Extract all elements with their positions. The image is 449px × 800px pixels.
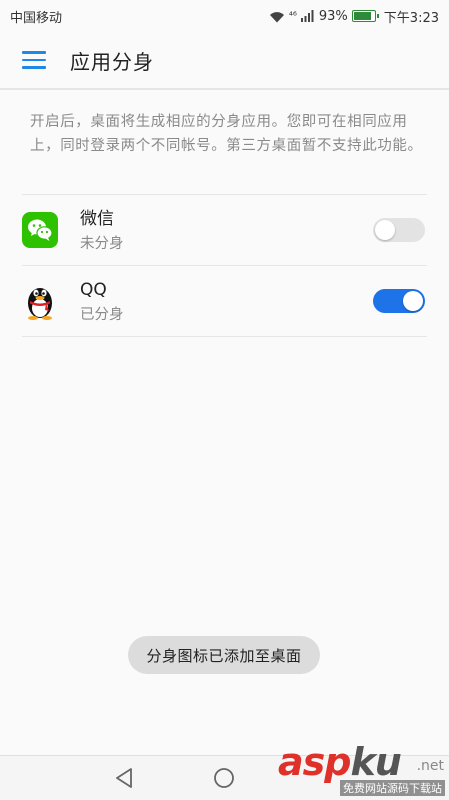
wechat-twin-toggle[interactable] — [373, 218, 425, 242]
back-triangle-icon[interactable] — [114, 767, 134, 789]
hamburger-menu-icon[interactable] — [22, 51, 46, 69]
watermark-domain: .net — [416, 758, 444, 774]
home-circle-icon[interactable] — [213, 767, 235, 789]
wifi-icon — [269, 11, 284, 22]
page-title: 应用分身 — [70, 49, 154, 74]
qq-penguin-icon — [22, 283, 58, 320]
feature-description: 开启后，桌面将生成相应的分身应用。您即可在相同应用上，同时登录两个不同帐号。第三… — [30, 114, 423, 154]
list-item-wechat[interactable]: 微信 未分身 — [0, 195, 449, 265]
app-twin-status: 未分身 — [80, 236, 124, 252]
toggle-knob — [375, 220, 395, 240]
list-item-qq[interactable]: QQ 已分身 — [0, 266, 449, 336]
app-twin-status: 已分身 — [80, 307, 124, 323]
toggle-knob — [403, 291, 423, 311]
battery-level-fill — [353, 12, 372, 20]
site-watermark: aspku .net 免费网站源码下载站 — [278, 740, 446, 798]
app-name: 微信 — [80, 209, 114, 229]
watermark-brand-a: asp — [278, 740, 351, 784]
watermark-tagline: 免费网站源码下载站 — [340, 780, 445, 796]
battery-icon — [351, 10, 379, 22]
network-type-label: ⁴⁶ — [288, 10, 297, 22]
carrier-label: 中国移动 — [10, 10, 63, 26]
battery-percent: 93% — [318, 8, 348, 24]
app-bar: 应用分身 — [0, 32, 449, 88]
app-name: QQ — [80, 280, 107, 300]
app-bar-divider — [0, 88, 449, 90]
status-bar: 中国移动 ⁴⁶ 93% 下午3:23 — [0, 0, 449, 32]
watermark-brand-b: ku — [350, 740, 401, 784]
list-item-text: QQ 已分身 — [80, 278, 124, 326]
watermark-brand: aspku — [278, 740, 402, 784]
signal-icon — [300, 10, 314, 22]
qq-twin-toggle[interactable] — [373, 289, 425, 313]
clock: 下午3:23 — [383, 10, 439, 26]
list-divider — [22, 336, 427, 337]
list-item-text: 微信 未分身 — [80, 207, 124, 255]
app-twin-list: 微信 未分身 QQ 已分身 — [0, 194, 449, 337]
status-icons: ⁴⁶ 93% 下午3:23 — [269, 7, 439, 26]
wechat-icon — [22, 212, 58, 248]
toast-message: 分身图标已添加至桌面 — [128, 636, 320, 674]
